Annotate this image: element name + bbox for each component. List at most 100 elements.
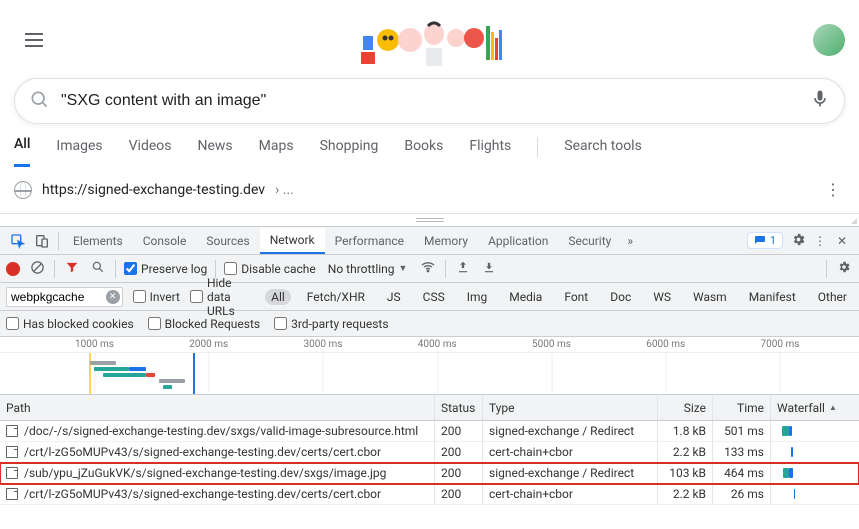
disable-cache-checkbox[interactable]: Disable cache: [224, 262, 316, 276]
col-header-time[interactable]: Time: [713, 395, 771, 420]
hide-data-urls-checkbox[interactable]: Hide data URLs: [190, 276, 255, 318]
type-media[interactable]: Media: [503, 289, 548, 305]
blocked-requests-checkbox[interactable]: Blocked Requests: [148, 317, 260, 331]
google-doodle-logo[interactable]: [356, 12, 511, 68]
filter-input[interactable]: [11, 290, 104, 304]
type-fetch[interactable]: Fetch/XHR: [301, 289, 371, 305]
tab-videos[interactable]: Videos: [129, 138, 172, 166]
tab-elements[interactable]: Elements: [63, 228, 133, 254]
network-settings-icon[interactable]: [835, 260, 853, 277]
google-search-area: All Images Videos News Maps Shopping Boo…: [0, 0, 859, 214]
search-tools-button[interactable]: Search tools: [564, 138, 642, 166]
tab-flights[interactable]: Flights: [469, 138, 511, 166]
preserve-log-checkbox[interactable]: Preserve log: [124, 262, 207, 276]
issues-badge[interactable]: 1: [747, 232, 783, 249]
network-row[interactable]: /crt/l-zG5oMUPv43/s/signed-exchange-test…: [0, 442, 859, 463]
tab-all[interactable]: All: [14, 136, 30, 167]
type-all[interactable]: All: [265, 289, 291, 305]
tab-memory[interactable]: Memory: [414, 228, 478, 254]
col-header-waterfall[interactable]: Waterfall▲: [771, 395, 859, 420]
record-button[interactable]: [6, 262, 20, 276]
col-header-type[interactable]: Type: [483, 395, 658, 420]
throttling-select[interactable]: No throttling▼: [324, 262, 412, 276]
ruler-tick: 2000 ms: [189, 339, 228, 350]
type-img[interactable]: Img: [461, 289, 494, 305]
settings-icon[interactable]: [787, 232, 809, 250]
more-options-icon[interactable]: ⋮: [809, 234, 831, 248]
network-row[interactable]: /crt/l-zG5oMUPv43/s/signed-exchange-test…: [0, 484, 859, 505]
waterfall-overview[interactable]: 1000 ms2000 ms3000 ms4000 ms5000 ms6000 …: [0, 337, 859, 395]
tab-application[interactable]: Application: [478, 228, 558, 254]
result-host: https://signed-exchange-testing.dev: [42, 182, 265, 198]
third-party-checkbox[interactable]: 3rd-party requests: [274, 317, 388, 331]
devtools-drag-handle[interactable]: [0, 214, 859, 226]
type-ws[interactable]: WS: [647, 289, 677, 305]
ruler-tick: 5000 ms: [532, 339, 571, 350]
type-other[interactable]: Other: [812, 289, 853, 305]
row-type: cert-chain+cbor: [483, 484, 658, 504]
type-font[interactable]: Font: [558, 289, 594, 305]
import-har-icon[interactable]: [454, 260, 472, 277]
export-har-icon[interactable]: [480, 260, 498, 277]
row-size: 2.2 kB: [658, 442, 713, 462]
col-header-path[interactable]: Path: [0, 395, 435, 420]
file-icon: [6, 425, 18, 437]
more-tabs-icon[interactable]: »: [621, 234, 639, 248]
blocked-cookies-checkbox[interactable]: Has blocked cookies: [6, 317, 134, 331]
tab-news[interactable]: News: [198, 138, 233, 166]
issues-count: 1: [770, 234, 776, 247]
file-icon: [6, 467, 18, 479]
network-table: Path Status Type Size Time Waterfall▲ /d…: [0, 395, 859, 505]
clear-button[interactable]: [28, 260, 46, 278]
search-input[interactable]: [61, 92, 810, 110]
search-network-icon[interactable]: [89, 260, 107, 277]
result-more-button[interactable]: [821, 187, 845, 194]
close-devtools-icon[interactable]: ✕: [831, 234, 853, 248]
tab-performance[interactable]: Performance: [325, 228, 414, 254]
type-manifest[interactable]: Manifest: [743, 289, 802, 305]
row-status: 200: [435, 421, 483, 441]
search-category-tabs: All Images Videos News Maps Shopping Boo…: [14, 136, 845, 167]
type-wasm[interactable]: Wasm: [687, 289, 733, 305]
network-row[interactable]: /doc/-/s/signed-exchange-testing.dev/sxg…: [0, 421, 859, 442]
tab-maps[interactable]: Maps: [259, 138, 294, 166]
row-path: /sub/ypu_jZuGukVK/s/signed-exchange-test…: [24, 466, 386, 480]
tab-network[interactable]: Network: [260, 228, 325, 254]
tab-books[interactable]: Books: [404, 138, 443, 166]
row-type: signed-exchange / Redirect: [483, 463, 658, 483]
row-time: 133 ms: [713, 442, 771, 462]
row-type: cert-chain+cbor: [483, 442, 658, 462]
filter-icon[interactable]: [63, 260, 81, 277]
ruler-tick: 7000 ms: [761, 339, 800, 350]
tab-shopping[interactable]: Shopping: [320, 138, 379, 166]
breadcrumb-path: › ...: [275, 182, 294, 198]
row-path: /doc/-/s/signed-exchange-testing.dev/sxg…: [24, 424, 418, 438]
network-row[interactable]: /sub/ypu_jZuGukVK/s/signed-exchange-test…: [0, 463, 859, 484]
col-header-status[interactable]: Status: [435, 395, 483, 420]
search-bar[interactable]: [14, 78, 845, 124]
inspect-element-icon[interactable]: [6, 229, 30, 253]
row-path: /crt/l-zG5oMUPv43/s/signed-exchange-test…: [24, 487, 381, 501]
menu-button[interactable]: [14, 20, 54, 60]
row-waterfall: [771, 484, 859, 504]
row-time: 464 ms: [713, 463, 771, 483]
tab-security[interactable]: Security: [558, 228, 621, 254]
clear-filter-icon[interactable]: ✕: [106, 290, 120, 304]
tab-sources[interactable]: Sources: [196, 228, 259, 254]
voice-search-icon[interactable]: [810, 89, 830, 113]
row-type: signed-exchange / Redirect: [483, 421, 658, 441]
row-status: 200: [435, 484, 483, 504]
row-waterfall: [771, 442, 859, 462]
col-header-size[interactable]: Size: [658, 395, 713, 420]
tab-console[interactable]: Console: [133, 228, 197, 254]
type-doc[interactable]: Doc: [604, 289, 637, 305]
type-css[interactable]: CSS: [417, 289, 451, 305]
filter-input-wrap[interactable]: ✕: [6, 287, 123, 307]
profile-avatar[interactable]: [813, 24, 845, 56]
tab-images[interactable]: Images: [56, 138, 102, 166]
type-js[interactable]: JS: [381, 289, 407, 305]
invert-checkbox[interactable]: Invert: [133, 290, 180, 304]
device-toggle-icon[interactable]: [30, 229, 54, 253]
search-result-breadcrumb[interactable]: https://signed-exchange-testing.dev › ..…: [14, 167, 845, 213]
network-conditions-icon[interactable]: [419, 259, 437, 278]
